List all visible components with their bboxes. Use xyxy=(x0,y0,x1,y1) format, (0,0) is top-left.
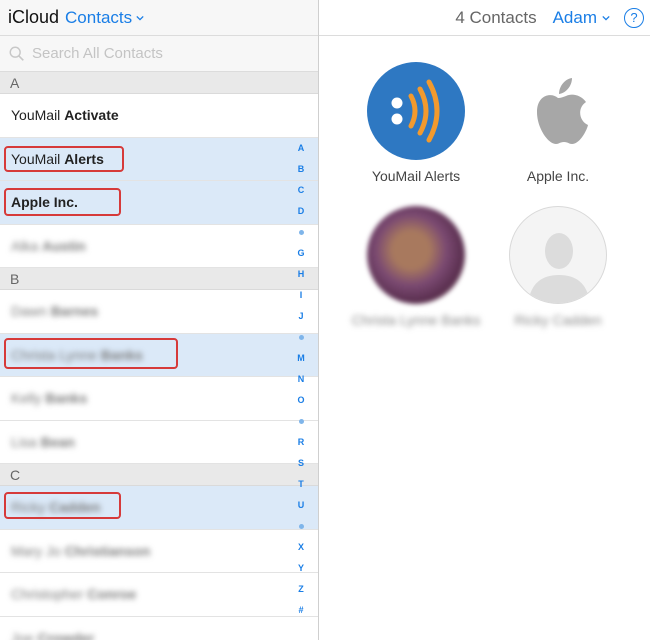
right-toolbar: 4 Contacts Adam ? xyxy=(319,0,650,36)
contact-first-name: Joe xyxy=(11,629,38,640)
contact-first-name: Christopher xyxy=(11,586,88,602)
index-letter[interactable]: J xyxy=(291,306,311,327)
chevron-down-icon xyxy=(602,15,610,21)
contact-card-name: Ricky Cadden xyxy=(514,312,602,328)
contact-row[interactable]: Apple Inc. xyxy=(0,181,318,225)
contact-last-name: Conroe xyxy=(87,586,137,602)
contact-first-name: Mary Jo xyxy=(11,542,65,559)
index-letter[interactable]: T xyxy=(291,474,311,495)
contact-last-name: Crowder xyxy=(37,629,95,640)
user-menu[interactable]: Adam xyxy=(553,8,610,28)
contacts-list: A YouMail Activate YouMail Alerts Apple … xyxy=(0,72,318,640)
contact-row[interactable]: Kelly Banks xyxy=(0,377,318,421)
index-letter[interactable]: N xyxy=(291,369,311,390)
contact-card[interactable]: Christa Lynne Banks xyxy=(351,206,481,328)
contact-card[interactable]: YouMail Alerts xyxy=(351,62,481,184)
index-letter[interactable]: S xyxy=(291,453,311,474)
contact-row[interactable]: YouMail Activate xyxy=(0,94,318,138)
index-dot[interactable] xyxy=(291,411,311,432)
youmail-logo-icon xyxy=(367,62,465,160)
index-letter[interactable]: O xyxy=(291,390,311,411)
index-letter[interactable]: A xyxy=(291,138,311,159)
contact-row[interactable]: Christa Lynne Banks xyxy=(0,333,318,377)
index-letter[interactable]: C xyxy=(291,180,311,201)
contact-card[interactable]: Apple Inc. xyxy=(493,62,623,184)
index-letter[interactable]: D xyxy=(291,201,311,222)
search-icon xyxy=(9,46,24,61)
index-letter[interactable]: H xyxy=(291,264,311,285)
contact-row[interactable]: Joe Crowder xyxy=(0,616,318,640)
section-picker-label: Contacts xyxy=(65,7,133,27)
index-letter[interactable]: Z xyxy=(291,579,311,600)
contact-last-name: Alerts xyxy=(64,150,104,167)
contact-card-name: Apple Inc. xyxy=(526,168,590,184)
contact-row[interactable]: Ricky Cadden xyxy=(0,486,318,530)
index-letter[interactable]: U xyxy=(291,495,311,516)
index-dot[interactable] xyxy=(291,327,311,348)
contact-card-name: Christa Lynne Banks xyxy=(351,312,481,328)
app-name: iCloud xyxy=(8,7,60,27)
contact-last-name: Apple Inc. xyxy=(11,194,78,210)
chevron-down-icon xyxy=(136,15,144,21)
contact-first-name: YouMail xyxy=(11,107,65,123)
contact-last-name: Activate xyxy=(64,107,119,123)
contact-first-name: Lisa xyxy=(11,433,41,450)
index-letter[interactable]: Y xyxy=(291,558,311,579)
contact-first-name: Alka xyxy=(11,237,43,254)
contact-row[interactable]: Dawn Barnes xyxy=(0,290,318,334)
index-dot[interactable] xyxy=(291,516,311,537)
contact-first-name: YouMail xyxy=(11,150,65,167)
section-header-c: C xyxy=(0,464,318,486)
index-letter[interactable]: # xyxy=(291,600,311,621)
contact-first-name: Christa Lynne xyxy=(11,346,101,363)
dot-icon xyxy=(298,335,304,341)
contact-row[interactable]: Lisa Bean xyxy=(0,420,318,464)
index-letter[interactable]: G xyxy=(291,243,311,264)
contact-last-name: Cadden xyxy=(49,499,101,515)
contact-last-name: Austin xyxy=(42,237,86,254)
help-button[interactable]: ? xyxy=(624,7,644,28)
section-picker[interactable]: Contacts xyxy=(65,8,144,28)
person-silhouette-icon xyxy=(509,206,607,304)
contact-last-name: Bean xyxy=(40,433,75,450)
contact-row[interactable]: Christopher Conroe xyxy=(0,573,318,617)
section-header-a: A xyxy=(0,72,318,94)
contact-last-name: Banks xyxy=(45,390,88,406)
section-header-b: B xyxy=(0,268,318,290)
left-toolbar: iCloud Contacts xyxy=(0,0,318,36)
contacts-grid-pane: 4 Contacts Adam ? YouMail Alerts Apple I… xyxy=(319,0,650,640)
avatar xyxy=(367,206,465,304)
index-dot[interactable] xyxy=(291,222,311,243)
contact-row[interactable]: Mary Jo Christianson xyxy=(0,529,318,573)
index-letter[interactable]: M xyxy=(291,348,311,369)
dot-icon xyxy=(298,230,304,236)
contact-row[interactable]: YouMail Alerts xyxy=(0,137,318,181)
contact-last-name: Christianson xyxy=(64,542,151,559)
contact-row[interactable]: Alka Austin xyxy=(0,224,318,268)
alphabet-index: A B C D G H I J M N O R S T U X Y Z # xyxy=(291,138,311,621)
apple-logo-icon xyxy=(509,62,607,160)
contact-last-name: Barnes xyxy=(50,303,99,319)
contact-count: 4 Contacts xyxy=(455,7,537,27)
dot-icon xyxy=(298,419,304,425)
contact-card-name: YouMail Alerts xyxy=(371,168,461,184)
index-letter[interactable]: X xyxy=(291,537,311,558)
dot-icon xyxy=(298,524,304,530)
contact-last-name: Banks xyxy=(100,346,143,363)
index-letter[interactable]: B xyxy=(291,159,311,180)
search-input[interactable] xyxy=(32,45,292,62)
contact-first-name: Ricky xyxy=(11,499,50,515)
contacts-list-pane: iCloud Contacts A YouMail Activate YouMa… xyxy=(0,0,319,640)
contact-first-name: Kelly xyxy=(11,390,46,406)
index-letter[interactable]: R xyxy=(291,432,311,453)
index-letter[interactable]: I xyxy=(291,285,311,306)
user-name: Adam xyxy=(552,7,597,27)
contact-card[interactable]: Ricky Cadden xyxy=(493,206,623,328)
search-bar xyxy=(0,36,318,72)
contact-first-name: Dawn xyxy=(11,303,51,319)
